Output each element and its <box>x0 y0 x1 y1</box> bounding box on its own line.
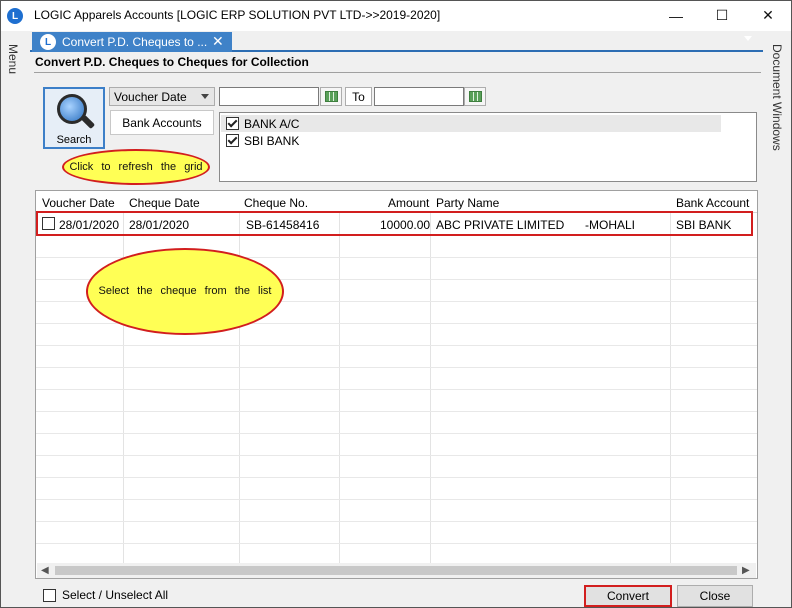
date-to-input[interactable] <box>374 87 464 106</box>
convert-button[interactable]: Convert <box>584 585 672 607</box>
column-header-amount[interactable]: Amount <box>388 196 429 210</box>
document-windows-label[interactable]: Document Windows <box>770 44 784 151</box>
app-logo-icon: L <box>7 8 23 24</box>
scroll-right-icon[interactable]: ▶ <box>742 565 750 576</box>
search-button-label: Search <box>56 134 92 146</box>
bank-name: BANK A/C <box>244 117 300 131</box>
select-all-checkbox[interactable] <box>43 589 56 602</box>
maximize-button[interactable]: ☐ <box>699 1 745 30</box>
row-divider <box>36 411 757 412</box>
tab-logo-icon: L <box>40 34 56 50</box>
column-divider <box>123 191 124 563</box>
search-button[interactable]: Search <box>43 87 105 149</box>
close-window-button[interactable]: ✕ <box>745 1 791 30</box>
bank-checkbox[interactable] <box>226 134 239 147</box>
callout-refresh: Click to refresh the grid <box>62 149 210 185</box>
column-header-cheque-no[interactable]: Cheque No. <box>244 196 308 210</box>
divider <box>34 72 761 73</box>
tab-label: Convert P.D. Cheques to ... <box>62 35 208 49</box>
window-title: LOGIC Apparels Accounts [LOGIC ERP SOLUT… <box>34 8 441 22</box>
cheques-grid[interactable]: Voucher Date Cheque Date Cheque No. Amou… <box>35 190 758 579</box>
row-divider <box>36 433 757 434</box>
scroll-thumb[interactable] <box>55 566 737 575</box>
form-title: Convert P.D. Cheques to Cheques for Coll… <box>35 55 309 69</box>
row-highlight-box <box>36 211 753 236</box>
menu-rail[interactable] <box>1 31 29 607</box>
bank-checkbox[interactable] <box>226 117 239 130</box>
row-divider <box>36 499 757 500</box>
column-divider <box>430 191 431 563</box>
close-button[interactable]: Close <box>677 585 753 607</box>
scroll-left-icon[interactable]: ◀ <box>41 565 49 576</box>
row-divider <box>36 543 757 544</box>
bank-item[interactable]: SBI BANK <box>221 132 721 149</box>
magnifier-handle <box>80 114 96 130</box>
date-type-value: Voucher Date <box>114 90 187 104</box>
date-from-input[interactable] <box>219 87 319 106</box>
check-icon <box>227 134 238 145</box>
grid-header: Voucher Date Cheque Date Cheque No. Amou… <box>36 191 757 213</box>
bank-name: SBI BANK <box>244 134 300 148</box>
row-divider <box>36 521 757 522</box>
calendar-to-button[interactable] <box>464 87 486 106</box>
column-header-bank-account[interactable]: Bank Account <box>676 196 749 210</box>
column-header-voucher-date[interactable]: Voucher Date <box>42 196 115 210</box>
chevron-down-icon[interactable] <box>744 36 752 41</box>
check-icon <box>227 117 238 128</box>
horizontal-scrollbar[interactable]: ◀ ▶ <box>37 563 756 578</box>
row-divider <box>36 455 757 456</box>
bank-accounts-list[interactable]: BANK A/C SBI BANK <box>219 112 757 182</box>
calendar-icon <box>325 91 338 102</box>
tab-close-icon[interactable]: ✕ <box>212 33 224 50</box>
tab-convert-pd-cheques[interactable]: L Convert P.D. Cheques to ... ✕ <box>32 32 232 52</box>
column-divider <box>239 191 240 563</box>
row-divider <box>36 367 757 368</box>
minimize-button[interactable]: — <box>653 1 699 30</box>
column-header-cheque-date[interactable]: Cheque Date <box>129 196 200 210</box>
to-label: To <box>345 87 372 106</box>
column-header-party-name[interactable]: Party Name <box>436 196 499 210</box>
calendar-from-button[interactable] <box>320 87 342 106</box>
select-all-label[interactable]: Select / Unselect All <box>62 588 168 602</box>
callout-select: Select the cheque from the list <box>86 248 284 335</box>
row-divider <box>36 345 757 346</box>
row-divider <box>36 477 757 478</box>
bank-accounts-button[interactable]: Bank Accounts <box>110 110 214 135</box>
menu-label[interactable]: Menu <box>6 44 20 74</box>
column-divider <box>670 191 671 563</box>
row-divider <box>36 389 757 390</box>
calendar-icon <box>469 91 482 102</box>
column-divider <box>339 191 340 563</box>
chevron-down-icon <box>201 94 209 99</box>
bank-item[interactable]: BANK A/C <box>221 115 721 132</box>
date-type-select[interactable]: Voucher Date <box>109 87 215 106</box>
